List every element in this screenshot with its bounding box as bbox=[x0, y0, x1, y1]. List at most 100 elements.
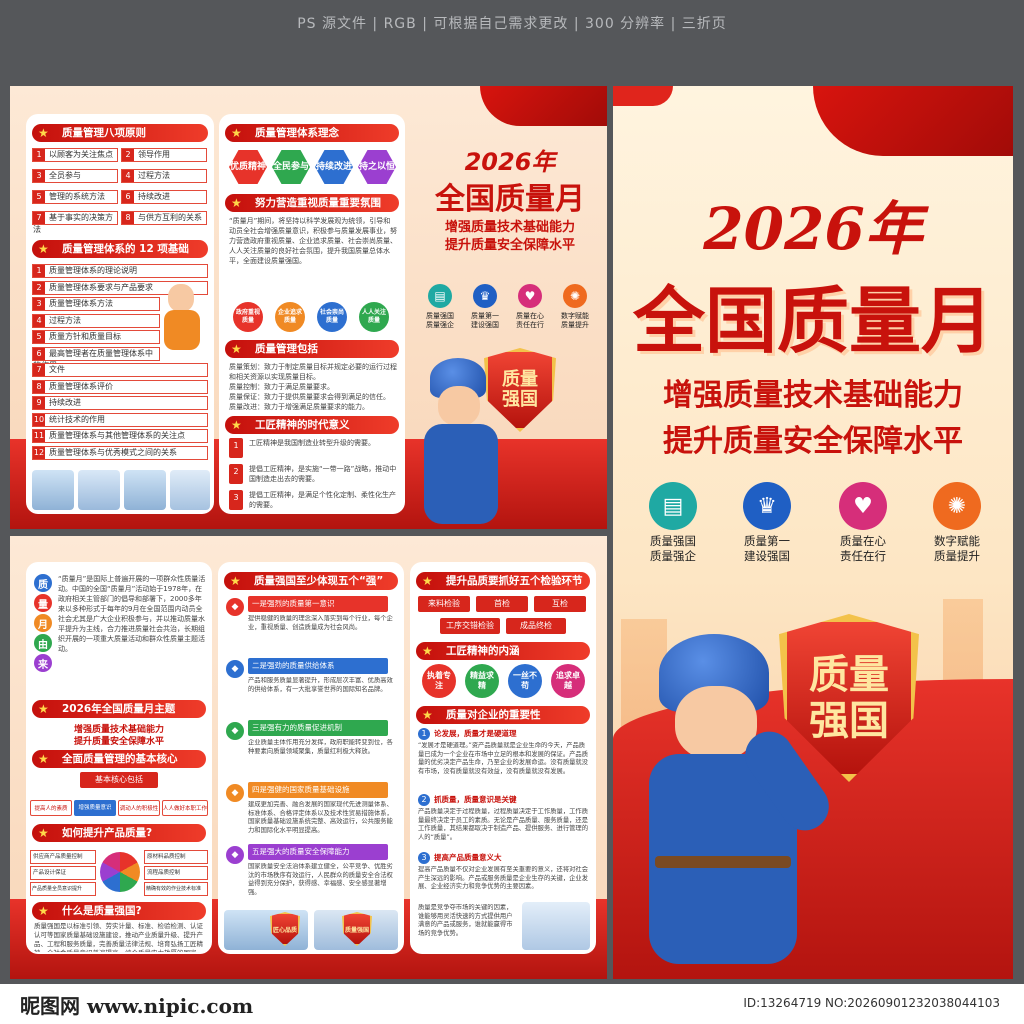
what-paragraph: 质量强国是以标准引领、劳实计量、标准、检验检测、认证认可等国家质量基础设施建设，… bbox=[34, 922, 203, 952]
cover-panel: 2026年 全国质量月 增强质量技术基础能力 提升质量安全保障水平 ▤ ♛ ♥ … bbox=[613, 86, 1013, 979]
number-badge: 7 bbox=[33, 212, 45, 224]
principle-label: 与供方互利的关系 bbox=[138, 213, 202, 222]
atom-icon: ✺ bbox=[563, 284, 587, 308]
vertical-char: 来 bbox=[34, 654, 52, 672]
includes-line: 质量策划：致力于制定质量目标并规定必要的运行过程和相关资源以实现质量目标。 bbox=[229, 363, 397, 381]
number-badge: 4 bbox=[122, 170, 134, 182]
inspection-tag: 成品终检 bbox=[506, 618, 566, 634]
cover-title: 全国质量月 bbox=[435, 182, 585, 217]
number-badge: 1 bbox=[33, 265, 45, 277]
improve-item: 供应商产品质量控制 bbox=[30, 850, 96, 864]
basis-item: 1 质量管理体系的理论说明 bbox=[32, 264, 208, 278]
photo bbox=[32, 470, 74, 510]
section-title: 质量管理八项原则 bbox=[62, 127, 146, 139]
inspection-tag: 首检 bbox=[476, 596, 528, 612]
point-text: 提高产品质量不仅对企业发展有至关重要的意义，还将对社会产生深远的影响。产品或服务… bbox=[418, 866, 589, 890]
cover-icon-label: 质量强国 质量强企 bbox=[650, 534, 696, 563]
cover-slogan: 提升质量安全保障水平 bbox=[663, 424, 963, 459]
worker-face bbox=[438, 386, 480, 426]
section-header: ★ 质量管理包括 bbox=[225, 340, 399, 358]
strength-text: 产品和服务质量显著提升，形成层次丰富、优质高效的供给体系，有一大批享誉世界的国际… bbox=[248, 677, 393, 693]
basis-label: 质量管理体系与优秀模式之间的关系 bbox=[49, 447, 177, 457]
section-header: ★ 工匠精神的时代意义 bbox=[225, 416, 399, 434]
cover-slogan: 增强质量技术基础能力 bbox=[663, 378, 963, 413]
basis-label: 质量管理体系评价 bbox=[49, 381, 113, 391]
craftsman-item: 提倡工匠精神，是满足个性化定制、柔性化生产的需要。 bbox=[249, 491, 396, 509]
section-title: 工匠精神的内涵 bbox=[446, 645, 520, 657]
trophy-icon: ♛ bbox=[743, 482, 791, 530]
strength-icon: ◆ bbox=[226, 598, 244, 616]
star-icon: ★ bbox=[231, 418, 242, 432]
basis-item: 12 质量管理体系与优秀模式之间的关系 bbox=[32, 445, 208, 460]
strength-text: 企业质量主体作用充分发挥，政府职能转变到位，各种要素向质量领域聚集，质量红利极大… bbox=[248, 739, 393, 755]
spirit-badge: 精益求精 bbox=[465, 664, 499, 698]
basis-label: 持续改进 bbox=[49, 398, 81, 407]
number-badge: 1 bbox=[229, 438, 243, 458]
principle-item: 7 基于事实的决策方法 bbox=[32, 211, 118, 234]
number-badge: 7 bbox=[33, 364, 45, 376]
cover-year: 2026年 bbox=[703, 195, 923, 263]
improve-item: 产品质量全员意识提升 bbox=[30, 882, 96, 896]
star-icon: ★ bbox=[230, 574, 241, 588]
strength-text: 提供稳健的质量的理念深入落实到每个行业，每个企业，重视质量、创造质量成为社会风尚… bbox=[248, 615, 393, 631]
cover-slogan: 增强质量技术基础能力 bbox=[444, 220, 575, 235]
basis-item: 7 文件 bbox=[32, 363, 208, 377]
section-title: 提升品质要抓好五个检验环节 bbox=[446, 575, 583, 587]
hex-badge: 全民参与 bbox=[272, 150, 310, 184]
improve-item: 原材料品质控制 bbox=[144, 850, 208, 864]
star-icon: ★ bbox=[38, 702, 49, 716]
basis-label: 质量管理体系与其他管理体系的关注点 bbox=[49, 431, 185, 440]
section-title: 什么是质量强国? bbox=[62, 905, 142, 917]
atom-icon: ✺ bbox=[933, 482, 981, 530]
section-header: ★ 如何提升产品质量? bbox=[32, 824, 206, 842]
section-header: ★ 质量管理体系的 12 项基础 bbox=[32, 240, 208, 258]
improve-item: 流程品质控制 bbox=[144, 866, 208, 880]
photo bbox=[124, 470, 166, 510]
section-header: ★ 努力营造重视质量重要氛围 bbox=[225, 194, 399, 212]
star-icon: ★ bbox=[231, 126, 242, 140]
strength-text: 建成更加完善、融合发展的国家现代先进测量体系、标准体系、合格评定体系以及技术性贸… bbox=[248, 801, 393, 834]
number-badge: 4 bbox=[33, 314, 45, 327]
star-icon: ★ bbox=[422, 708, 433, 722]
strength-head: 三是强有力的质量促进机制 bbox=[248, 720, 388, 736]
hex-badge: 持续改进 bbox=[315, 150, 353, 184]
number-badge: 6 bbox=[122, 191, 134, 203]
improve-item: 产品设计保证 bbox=[30, 866, 96, 880]
principle-item: 6 持续改进 bbox=[121, 190, 207, 204]
principle-label: 持续改进 bbox=[138, 192, 170, 201]
star-icon: ★ bbox=[422, 644, 433, 658]
tool-belt bbox=[655, 856, 791, 868]
strength-icon: ◆ bbox=[226, 660, 244, 678]
spirit-badge: 一丝不苟 bbox=[508, 664, 542, 698]
basis-item: 10 统计技术的作用 bbox=[32, 412, 208, 427]
principle-item: 3 全员参与 bbox=[32, 169, 118, 183]
brochure-inside-panel: ★ 质量管理八项原则 1 以顾客为关注焦点 2 领导作用 3 全员参与 4 过程方法 5 管理的系统… bbox=[10, 86, 607, 529]
strength-head: 四是强健的国家质量基础设施 bbox=[248, 782, 388, 798]
theme-line: 提升质量安全保障水平 bbox=[73, 737, 164, 747]
hex-badge: 持之以恒 bbox=[358, 150, 396, 184]
basis-label: 文件 bbox=[49, 365, 65, 374]
vertical-char: 由 bbox=[34, 634, 52, 652]
tail-text: 质量是竞争夺市场的关键的因素，谁能够用灵活快速的方式提供用户满意的产品或服务，谁… bbox=[418, 904, 513, 937]
basis-item: 6最高管理者在质量管理体系中的作用 bbox=[32, 346, 160, 370]
vertical-char: 质 bbox=[34, 574, 52, 592]
number-badge: 3 bbox=[418, 852, 430, 864]
five-strengths-card: ★ 质量强国至少体现五个“强” ◆ 一是强烈的质量第一意识 提供稳健的质量的理念深入落… bbox=[218, 562, 404, 954]
point-head: 抓质量，质量意识是关键 bbox=[434, 795, 517, 804]
vertical-char: 量 bbox=[34, 594, 52, 612]
concept-card: ★ 质量管理体系理念 优质精神 全民参与 持续改进 持之以恒 ★ 努力营造重视质量重… bbox=[219, 114, 405, 514]
basis-label: 质量管理体系要求与产品要求 bbox=[49, 282, 153, 292]
principle-label: 领导作用 bbox=[138, 150, 170, 159]
number-badge: 3 bbox=[33, 170, 45, 182]
brochure-outside-panel: 质 量 月 由 来 “质量月”是国际上普遍开展的一项群众性质量活动。中国的全国“… bbox=[10, 536, 607, 979]
number-badge: 5 bbox=[33, 191, 45, 203]
section-title: 2026年全国质量月主题 bbox=[62, 703, 176, 715]
section-header: ★ 工匠精神的内涵 bbox=[416, 642, 590, 660]
hex-badge: 优质精神 bbox=[229, 150, 267, 184]
core-item: 调动人的积极性 bbox=[118, 800, 160, 816]
strength-icon: ◆ bbox=[226, 846, 244, 864]
origin-paragraph: “质量月”是国际上普遍开展的一项群众性质量活动。中国的全国“质量月”活动始于19… bbox=[58, 575, 206, 653]
principle-label: 以顾客为关注焦点 bbox=[49, 150, 113, 159]
principle-label: 管理的系统方法 bbox=[49, 192, 105, 201]
section-header: ★ 质量强国至少体现五个“强” bbox=[224, 572, 398, 590]
